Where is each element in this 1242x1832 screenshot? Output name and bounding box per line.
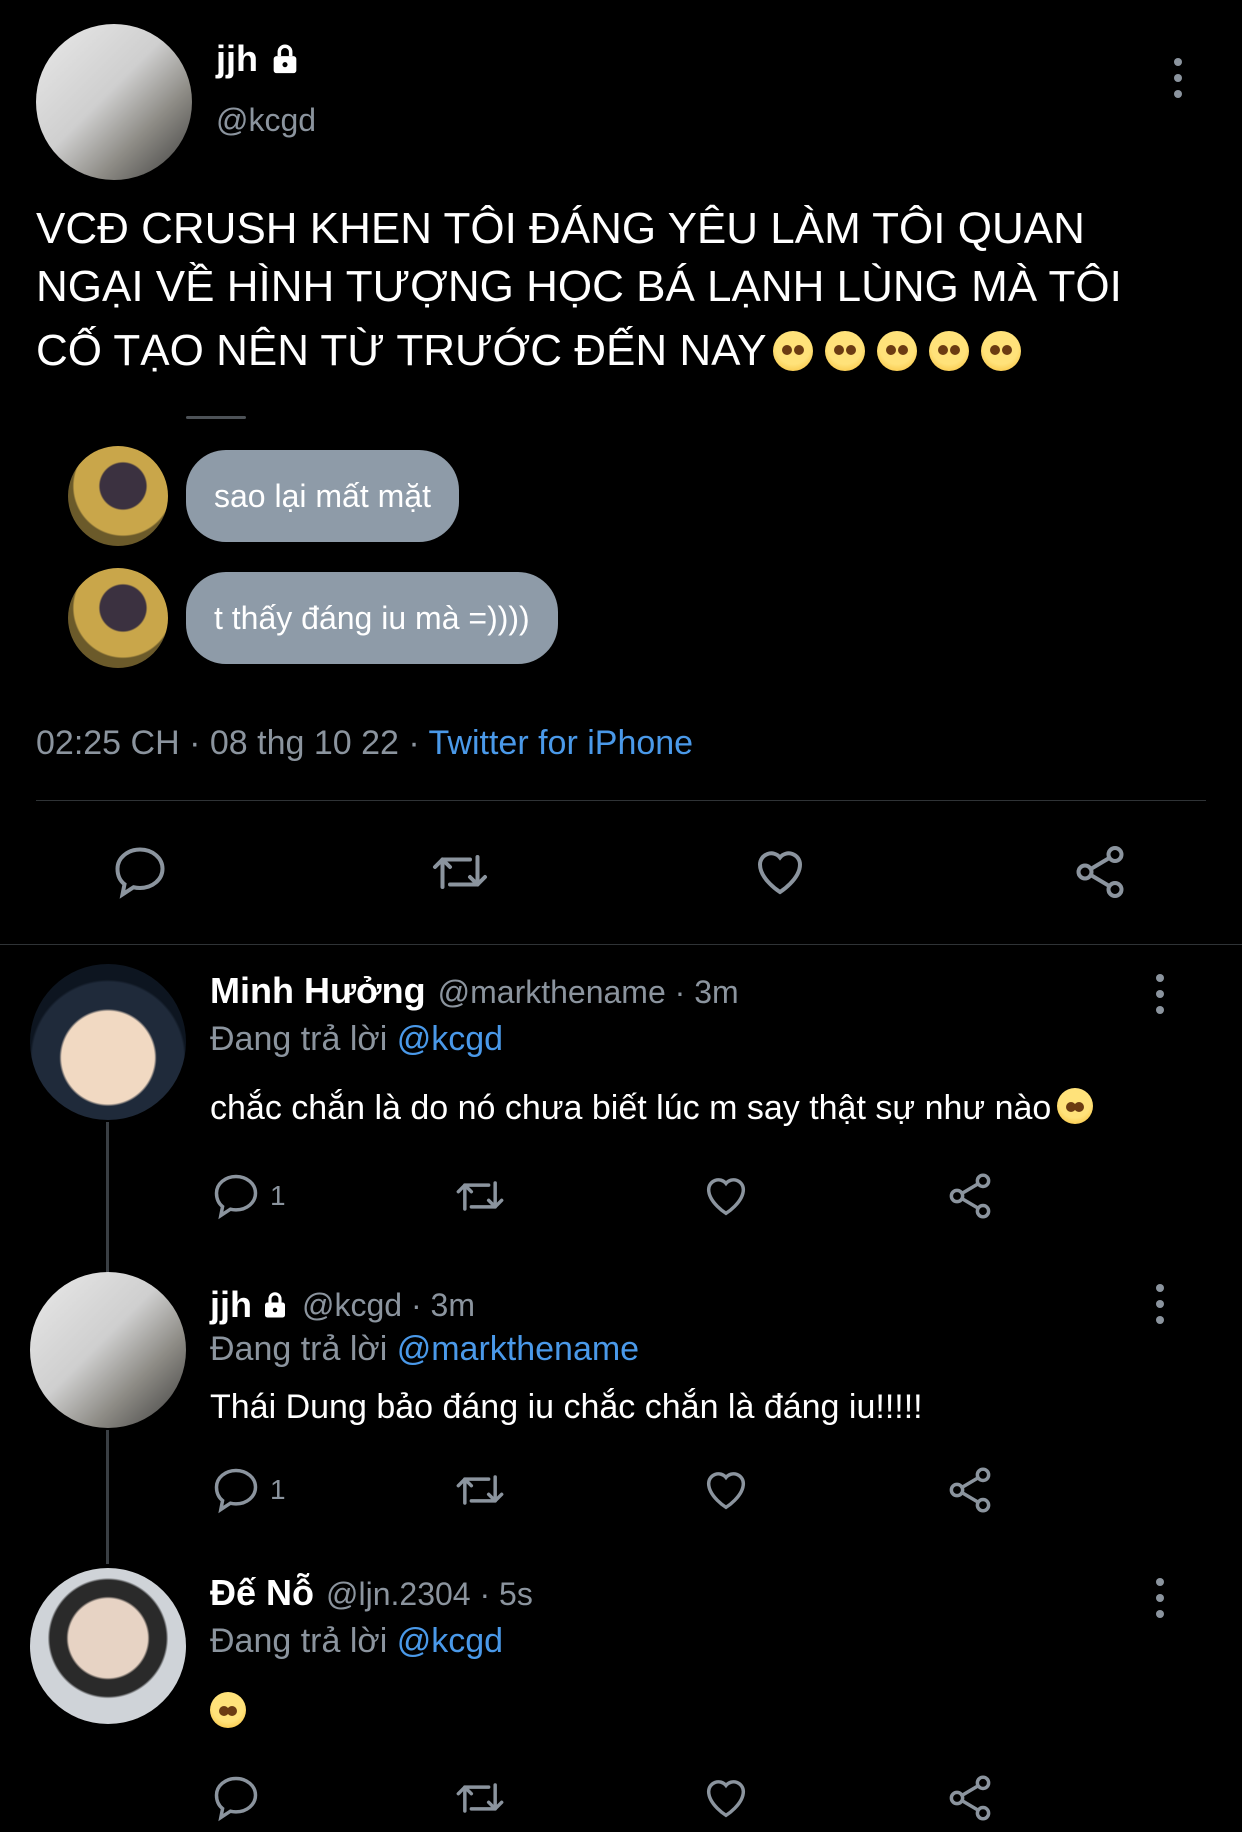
replying-to-link[interactable]: @kcgd [397, 1020, 503, 1058]
comment-button[interactable] [110, 842, 170, 902]
reply-avatar[interactable] [30, 1568, 186, 1724]
comment-icon [214, 1776, 258, 1822]
retweet-button[interactable] [452, 1772, 508, 1824]
source-link[interactable]: Twitter for iPhone [429, 724, 694, 762]
reply-meta: @ljn.2304 · 5s [326, 1576, 533, 1612]
tweet-text-line-3-text: CỐ TẠO NÊN TỪ TRƯỚC ĐẾN NAY [36, 326, 767, 375]
retweet-icon [433, 855, 487, 889]
author-name-row[interactable]: jjh [216, 38, 302, 80]
time-date: 02:25 CH · 08 thg 10 22 · [36, 724, 429, 762]
chat-avatar [68, 446, 168, 546]
more-options-icon[interactable] [1156, 1578, 1166, 1626]
reply-author-name[interactable]: jjh [210, 1284, 252, 1326]
slightly-smiling-face-icon [1057, 1088, 1094, 1124]
reply-header: jjh @kcgd · 3m [210, 1284, 475, 1326]
share-button[interactable] [944, 1464, 996, 1516]
tweet-timestamp: 02:25 CH · 08 thg 10 22 · Twitter for iP… [36, 724, 693, 763]
reply-avatar[interactable] [30, 964, 186, 1120]
comment-icon [115, 847, 165, 899]
like-icon [757, 851, 803, 895]
reply-header: Minh Hưởng @markthename · 3m [210, 970, 739, 1012]
share-button[interactable] [944, 1170, 996, 1222]
like-icon [706, 1472, 746, 1510]
chat-fragment [186, 416, 246, 419]
author-avatar[interactable] [36, 24, 192, 180]
author-handle[interactable]: @kcgd [216, 102, 316, 139]
lock-icon [265, 1292, 285, 1318]
reply-meta: @markthename · 3m [437, 974, 739, 1010]
share-icon [949, 1467, 991, 1513]
reply-author-name[interactable]: Minh Hưởng [210, 970, 426, 1012]
replying-to: Đang trả lời @kcgd [210, 1020, 503, 1059]
divider [36, 800, 1206, 801]
pleading-face-icon [824, 331, 865, 371]
comment-button[interactable]: 1 [210, 1170, 286, 1222]
reply-count: 1 [270, 1474, 286, 1505]
chat-bubble: t thấy đáng iu mà =)))) [186, 572, 558, 664]
pleading-face-icon [928, 331, 969, 371]
author-name: jjh [216, 38, 258, 79]
retweet-icon [456, 1475, 504, 1505]
share-icon [949, 1775, 991, 1821]
like-button[interactable] [750, 842, 810, 902]
share-button[interactable] [944, 1772, 996, 1824]
like-button[interactable] [700, 1170, 752, 1222]
reply-avatar[interactable] [30, 1272, 186, 1428]
retweet-button[interactable] [452, 1464, 508, 1516]
replying-prefix: Đang trả lời [210, 1330, 397, 1368]
like-button[interactable] [700, 1772, 752, 1824]
replying-to-link[interactable]: @kcgd [397, 1622, 503, 1660]
comment-button[interactable] [210, 1772, 262, 1824]
chat-screenshot[interactable]: sao lại mất mặt t thấy đáng iu mà =)))) [36, 416, 736, 696]
divider [0, 944, 1242, 945]
share-button[interactable] [1070, 842, 1130, 902]
comment-button[interactable]: 1 [210, 1464, 286, 1516]
reply-author-name[interactable]: Đế Nỗ [210, 1572, 314, 1614]
more-options-icon[interactable] [1156, 1284, 1166, 1332]
replying-to: Đang trả lời @kcgd [210, 1622, 503, 1661]
reply-text-content: chắc chắn là do nó chưa biết lúc m say t… [210, 1089, 1052, 1127]
pleading-face-icon [772, 331, 813, 371]
retweet-button[interactable] [452, 1170, 508, 1222]
retweet-button[interactable] [428, 842, 492, 902]
pleading-face-icon [876, 331, 917, 371]
chat-avatar [68, 568, 168, 668]
reply-count: 1 [270, 1180, 286, 1211]
replying-prefix: Đang trả lời [210, 1020, 397, 1058]
share-icon [1076, 846, 1124, 898]
slightly-smiling-face-icon [210, 1692, 246, 1728]
thread-line [106, 1122, 109, 1274]
reply-header: Đế Nỗ @ljn.2304 · 5s [210, 1572, 533, 1614]
retweet-icon [456, 1181, 504, 1211]
like-icon [706, 1178, 746, 1216]
comment-icon [214, 1468, 258, 1514]
more-options-icon[interactable] [1174, 58, 1184, 106]
replying-to: Đang trả lời @markthename [210, 1330, 639, 1369]
reply-meta: @kcgd · 3m [302, 1286, 475, 1323]
thread-line [106, 1430, 109, 1564]
retweet-icon [456, 1783, 504, 1813]
replying-prefix: Đang trả lời [210, 1622, 397, 1660]
replying-to-link[interactable]: @markthename [397, 1330, 639, 1368]
tweet-text: VCĐ CRUSH KHEN TÔI ĐÁNG YÊU LÀM TÔI QUAN… [36, 200, 1122, 380]
more-options-icon[interactable] [1156, 974, 1166, 1022]
pleading-face-icon [980, 331, 1021, 371]
tweet-text-line-3: CỐ TẠO NÊN TỪ TRƯỚC ĐẾN NAY [36, 322, 1122, 380]
like-icon [706, 1780, 746, 1818]
chat-bubble: sao lại mất mặt [186, 450, 459, 542]
reply-text [210, 1692, 252, 1728]
comment-icon [214, 1174, 258, 1220]
like-button[interactable] [700, 1464, 752, 1516]
lock-icon [273, 44, 297, 74]
reply-text: chắc chắn là do nó chưa biết lúc m say t… [210, 1088, 1099, 1128]
share-icon [949, 1173, 991, 1219]
reply-text: Thái Dung bảo đáng iu chắc chắn là đáng … [210, 1388, 923, 1426]
tweet-text-line-1: VCĐ CRUSH KHEN TÔI ĐÁNG YÊU LÀM TÔI QUAN [36, 204, 1085, 253]
tweet-text-line-2: NGẠI VỀ HÌNH TƯỢNG HỌC BÁ LẠNH LÙNG MÀ T… [36, 262, 1122, 311]
